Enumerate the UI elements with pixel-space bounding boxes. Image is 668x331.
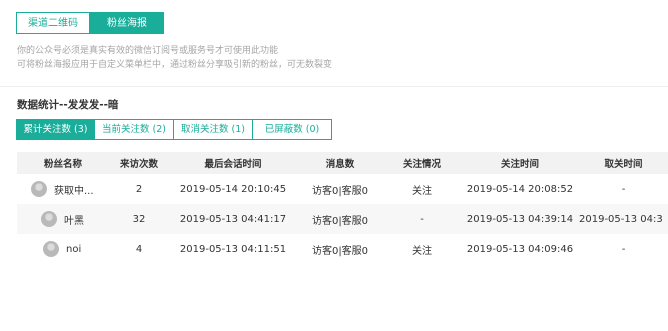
table-row: noi 4 2019-05-13 04:11:51 访客0|客服0 关注 201… (17, 234, 668, 264)
subtab-blocked[interactable]: 已屏蔽数 (0) (252, 119, 332, 140)
subtab-unfollows[interactable]: 取消关注数 (1) (173, 119, 253, 140)
follow-status-cell: 关注 (412, 245, 432, 257)
user-avatar-icon (41, 211, 57, 227)
last-session-cell: 2019-05-13 04:41:17 (179, 213, 287, 225)
follow-status-cell: - (420, 213, 424, 225)
subtab-current-follows[interactable]: 当前关注数 (2) (94, 119, 174, 140)
divider (0, 86, 668, 87)
table-row: 获取中... 2 2019-05-14 20:10:45 访客0|客服0 关注 … (17, 174, 668, 204)
header-unfollow-time: 取关时间 (604, 159, 643, 170)
follow-time-cell: 2019-05-14 20:08:52 (466, 183, 574, 195)
last-session-cell: 2019-05-13 04:11:51 (179, 243, 287, 255)
header-visits: 来访次数 (119, 159, 158, 170)
follow-time-cell: 2019-05-13 04:39:14 (466, 213, 574, 225)
stats-subtabs: 累计关注数 (3) 当前关注数 (2) 取消关注数 (1) 已屏蔽数 (0) (16, 119, 332, 140)
follow-status-cell: 关注 (412, 185, 432, 197)
fan-nickname: noi (66, 243, 82, 255)
poster-tabs: 渠道二维码 粉丝海报 (16, 12, 164, 34)
description-line-1: 你的公众号必须是真实有效的微信订阅号或服务号才可使用此功能 (17, 46, 279, 56)
visits-cell: 2 (135, 183, 143, 195)
fan-name-cell: 获取中... (17, 181, 109, 197)
header-last-session: 最后会话时间 (204, 159, 262, 170)
messages-cell: 访客0|客服0 (311, 245, 369, 257)
tab-channel-qrcode[interactable]: 渠道二维码 (16, 12, 90, 34)
fan-name-cell: 叶黑 (17, 211, 109, 227)
header-follow-time: 关注时间 (500, 159, 539, 170)
table-row: 叶黑 32 2019-05-13 04:41:17 访客0|客服0 - 2019… (17, 204, 668, 234)
last-session-cell: 2019-05-14 20:10:45 (179, 183, 287, 195)
header-follow-status: 关注情况 (402, 159, 441, 170)
fan-nickname: 叶黑 (64, 215, 84, 227)
header-fan-name: 粉丝名称 (43, 159, 82, 170)
messages-cell: 访客0|客服0 (311, 215, 369, 227)
section-title: 数据统计--发发发--暗 (17, 99, 119, 111)
unfollow-time-cell: - (621, 243, 626, 255)
user-avatar-icon (43, 241, 59, 257)
visits-cell: 32 (132, 213, 146, 225)
user-avatar-icon (31, 181, 47, 197)
unfollow-time-cell: 2019-05-13 04:3 (579, 213, 663, 225)
description-line-2: 可将粉丝海报应用于自定义菜单栏中，通过粉丝分享吸引新的粉丝，可无数裂变 (17, 60, 333, 70)
tab-fans-poster[interactable]: 粉丝海报 (90, 12, 164, 34)
header-messages: 消息数 (325, 159, 355, 170)
follow-time-cell: 2019-05-13 04:09:46 (466, 243, 574, 255)
fans-table: 粉丝名称 来访次数 最后会话时间 消息数 关注情况 关注时间 取关时间 获取中.… (17, 152, 668, 264)
unfollow-time-cell: - (621, 183, 626, 195)
visits-cell: 4 (135, 243, 143, 255)
subtab-total-follows[interactable]: 累计关注数 (3) (16, 119, 95, 140)
fan-nickname: 获取中... (54, 185, 94, 197)
table-header: 粉丝名称 来访次数 最后会话时间 消息数 关注情况 关注时间 取关时间 (17, 152, 668, 174)
fan-name-cell: noi (17, 241, 109, 257)
messages-cell: 访客0|客服0 (311, 185, 369, 197)
